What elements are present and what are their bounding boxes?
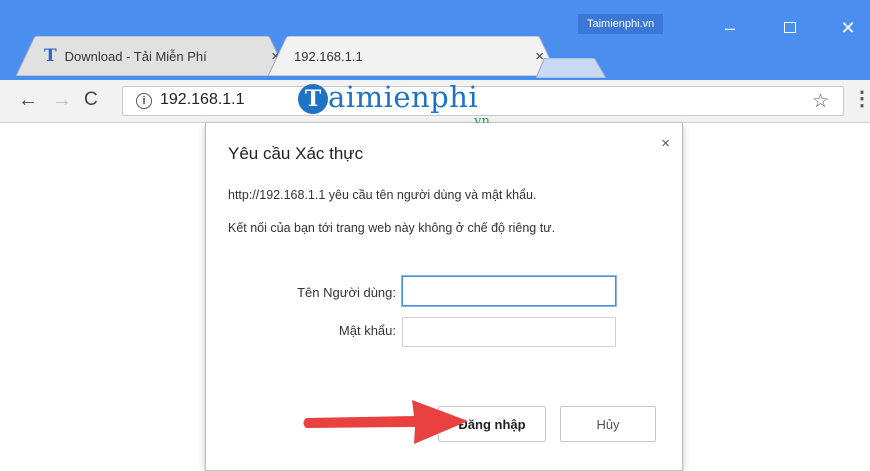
url-text[interactable]: 192.168.1.1 [160,91,245,109]
browser-titlebar: T Download - Tải Miễn Phí × 192.168.1.1 … [0,0,870,80]
username-input[interactable] [402,276,616,306]
dialog-close-icon[interactable]: × [661,135,670,152]
forward-arrow-icon[interactable]: → [52,88,72,112]
tab-download[interactable]: T Download - Tải Miễn Phí × [16,36,288,76]
dialog-message: http://192.168.1.1 yêu cầu tên người dùn… [228,188,537,202]
password-input[interactable] [402,317,616,347]
tab-router[interactable]: 192.168.1.1 × [268,36,558,76]
cancel-button[interactable]: Hủy [560,406,656,442]
dialog-privacy-message: Kết nối của bạn tới trang web này không … [228,221,556,235]
bookmark-star-icon[interactable]: ☆ [812,90,829,113]
new-tab-button[interactable] [536,58,608,78]
password-label: Mật khẩu: [338,323,396,338]
address-bar[interactable]: i 192.168.1.1 ☆ [122,86,844,116]
maximize-icon [784,22,796,33]
brand-label: Taimienphi.vn [578,14,664,34]
dialog-title: Yêu cầu Xác thực [228,144,364,163]
username-label: Tên Người dùng: [297,285,396,300]
watermark-text: aimienphi [328,80,479,114]
info-icon[interactable]: i [136,93,152,109]
minimize-button[interactable]: – [716,18,744,38]
maximize-button[interactable] [776,18,804,38]
watermark-badge: T [298,84,328,114]
tab-title: 192.168.1.1 [294,48,363,64]
tab-title: Download - Tải Miễn Phí [64,48,207,64]
taimienphi-favicon-icon: T [44,46,57,66]
back-arrow-icon[interactable]: ← [18,88,38,112]
red-arrow-annotation [303,400,468,444]
reload-icon[interactable]: C [84,88,98,112]
close-window-button[interactable]: ✕ [834,18,862,38]
menu-dots-icon[interactable]: ⋮ [852,88,870,110]
